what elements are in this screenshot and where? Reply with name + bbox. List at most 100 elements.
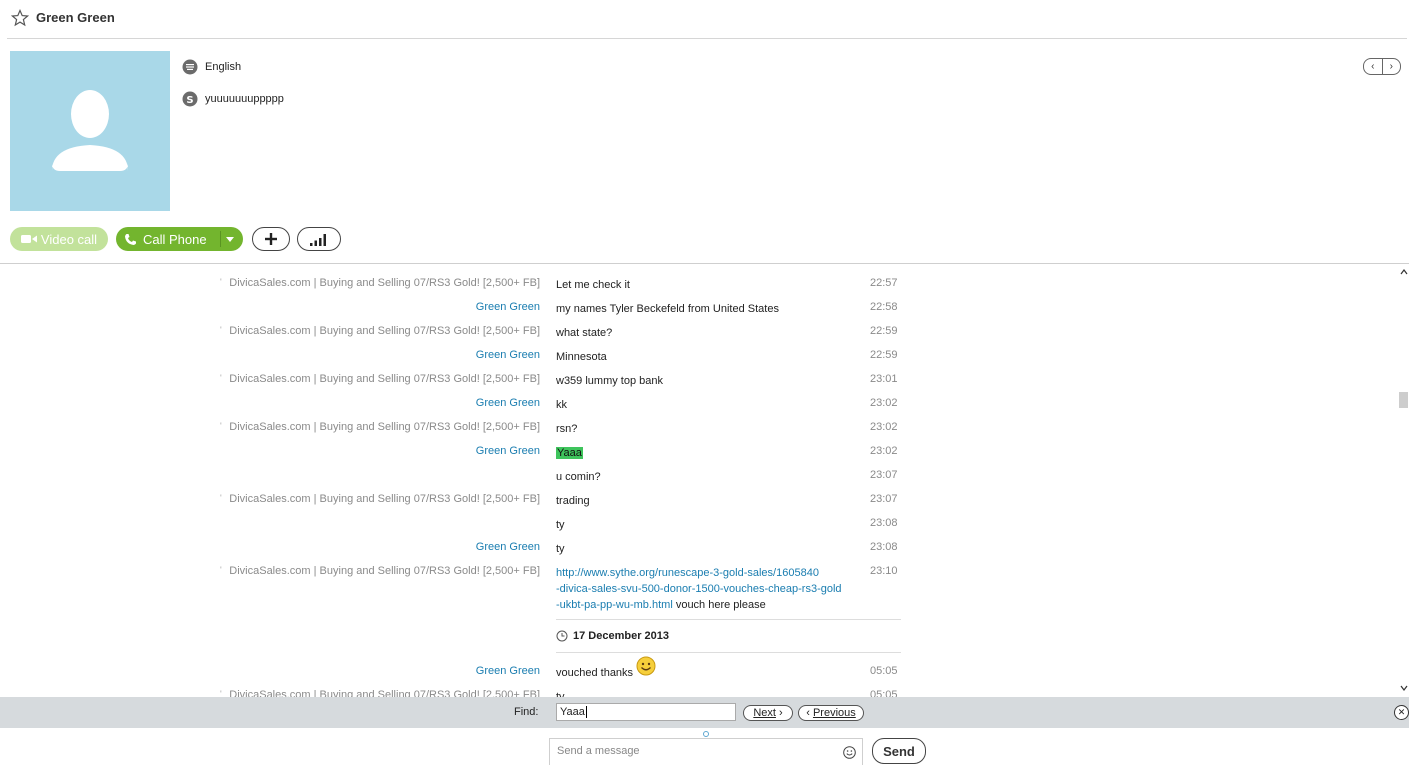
message-time: 23:07 (870, 469, 898, 481)
message-row: Green Green Yaaa 23:02 (0, 440, 1399, 460)
language-row: English (182, 58, 241, 76)
message-time: 23:07 (870, 493, 898, 505)
message-row: ty 23:08 (0, 512, 1399, 532)
message-text: what state? (556, 327, 613, 339)
message-sender[interactable]: Green Green (476, 301, 540, 313)
message-time: 22:58 (870, 301, 898, 313)
message-time: 23:02 (870, 445, 898, 457)
signal-bars-icon (310, 233, 326, 246)
chat-history: ' DivicaSales.com | Buying and Selling 0… (0, 264, 1399, 697)
plus-icon (265, 233, 277, 245)
message-sender[interactable]: Green Green (476, 397, 540, 409)
previous-profile-button[interactable]: ‹ (1364, 59, 1383, 74)
svg-text:S: S (186, 95, 193, 106)
message-time: 23:01 (870, 373, 898, 385)
message-sender[interactable]: DivicaSales.com | Buying and Selling 07/… (229, 421, 540, 433)
skype-icon: S (182, 91, 198, 107)
clock-icon (556, 630, 568, 642)
emoticon-picker-icon[interactable] (843, 746, 856, 759)
scroll-up-icon[interactable] (1399, 268, 1409, 276)
message-sender[interactable]: DivicaSales.com | Buying and Selling 07/… (229, 277, 540, 289)
smiley-emoticon-icon (636, 656, 656, 676)
message-row: Green Green Minnesota 22:59 (0, 344, 1399, 364)
message-time: 23:08 (870, 541, 898, 553)
avatar (10, 51, 170, 211)
favorite-star-icon[interactable] (11, 9, 29, 27)
message-sender[interactable]: Green Green (476, 541, 540, 553)
header-divider (7, 38, 1407, 39)
phone-icon (125, 233, 136, 245)
message-text: w359 lummy top bank (556, 375, 663, 387)
find-bar: Find: Yaaa Next › ‹ Previous ✕ (0, 697, 1409, 728)
message-sender[interactable]: Green Green (476, 349, 540, 361)
message-row: ' DivicaSales.com | Buying and Selling 0… (220, 325, 898, 339)
find-next-button[interactable]: Next › (743, 705, 793, 721)
message-row: u comin? 23:07 (0, 464, 1399, 484)
send-button[interactable]: Send (872, 738, 926, 764)
typing-indicator (703, 731, 709, 737)
message-text: my names Tyler Beckefeld from United Sta… (556, 303, 779, 315)
message-sender[interactable]: DivicaSales.com | Buying and Selling 07/… (229, 565, 540, 577)
message-row: ' DivicaSales.com | Buying and Selling 0… (220, 277, 898, 291)
message-time: 22:57 (870, 277, 898, 289)
call-phone-label: Call Phone (143, 231, 207, 247)
message-time: 23:08 (870, 517, 898, 529)
message-text: http://www.sythe.org/runescape-3-gold-sa… (556, 567, 842, 611)
call-phone-button[interactable]: Call Phone (116, 227, 243, 251)
conversation-header: Green Green (0, 0, 1409, 38)
next-profile-button[interactable]: › (1383, 59, 1401, 74)
message-row: ' DivicaSales.com | Buying and Selling 0… (220, 565, 898, 611)
language-icon (182, 59, 198, 75)
scroll-down-icon[interactable] (1399, 684, 1409, 692)
message-text: trading (556, 495, 590, 507)
call-quality-button[interactable] (297, 227, 341, 251)
contact-name: Green Green (36, 10, 115, 25)
add-participant-button[interactable] (252, 227, 290, 251)
message-text: u comin? (556, 471, 601, 483)
date-separator-label: 17 December 2013 (573, 630, 670, 642)
message-row: Green Green my names Tyler Beckefeld fro… (0, 296, 1399, 316)
find-input[interactable]: Yaaa (556, 703, 736, 721)
message-sender[interactable]: DivicaSales.com | Buying and Selling 07/… (229, 373, 540, 385)
profile-pager: ‹ › (1363, 58, 1401, 75)
message-sender[interactable]: DivicaSales.com | Buying and Selling 07/… (229, 689, 540, 697)
message-time: 23:02 (870, 421, 898, 433)
message-text: ty (556, 519, 565, 531)
find-label: Find: (514, 706, 539, 718)
close-find-icon[interactable]: ✕ (1394, 705, 1409, 720)
message-time: 22:59 (870, 349, 898, 361)
message-row: Green Green vouched thanks 05:05 (0, 656, 1399, 680)
message-text: Let me check it (556, 279, 630, 291)
message-input-placeholder: Send a message (557, 745, 640, 757)
video-call-label: Video call (40, 231, 98, 247)
scrollbar-thumb[interactable] (1399, 392, 1408, 408)
skype-name-label: yuuuuuuuppppp (205, 93, 284, 105)
message-time: 05:05 (870, 665, 898, 677)
date-separator: 17 December 2013 (556, 619, 901, 653)
message-text: rsn? (556, 423, 578, 435)
message-text: vouched thanks (556, 667, 634, 679)
message-sender[interactable]: Green Green (476, 445, 540, 457)
message-text: Minnesota (556, 351, 607, 363)
message-time: 23:02 (870, 397, 898, 409)
message-time: 22:59 (870, 325, 898, 337)
find-previous-button[interactable]: ‹ Previous (798, 705, 864, 721)
message-input[interactable]: Send a message (549, 738, 863, 765)
message-sender[interactable]: DivicaSales.com | Buying and Selling 07/… (229, 325, 540, 337)
message-sender[interactable]: DivicaSales.com | Buying and Selling 07/… (229, 493, 540, 505)
message-row: ' DivicaSales.com | Buying and Selling 0… (0, 684, 1399, 697)
message-row: ' DivicaSales.com | Buying and Selling 0… (220, 421, 898, 435)
search-highlight: Yaaa (556, 447, 583, 459)
default-avatar-icon (52, 90, 128, 171)
message-row: Green Green ty 23:08 (0, 536, 1399, 556)
video-call-button[interactable]: Video call (10, 227, 108, 251)
message-time: 05:05 (870, 689, 898, 697)
message-row: Green Green kk 23:02 (0, 392, 1399, 412)
message-row-partial (0, 264, 1399, 268)
skype-name-row: S yuuuuuuuppppp (182, 90, 284, 108)
message-text: ty (556, 543, 565, 555)
message-sender[interactable]: Green Green (476, 665, 540, 677)
chat-scrollbar[interactable] (1399, 264, 1409, 697)
message-text: kk (556, 399, 567, 411)
call-options-dropdown-icon[interactable] (226, 237, 234, 242)
